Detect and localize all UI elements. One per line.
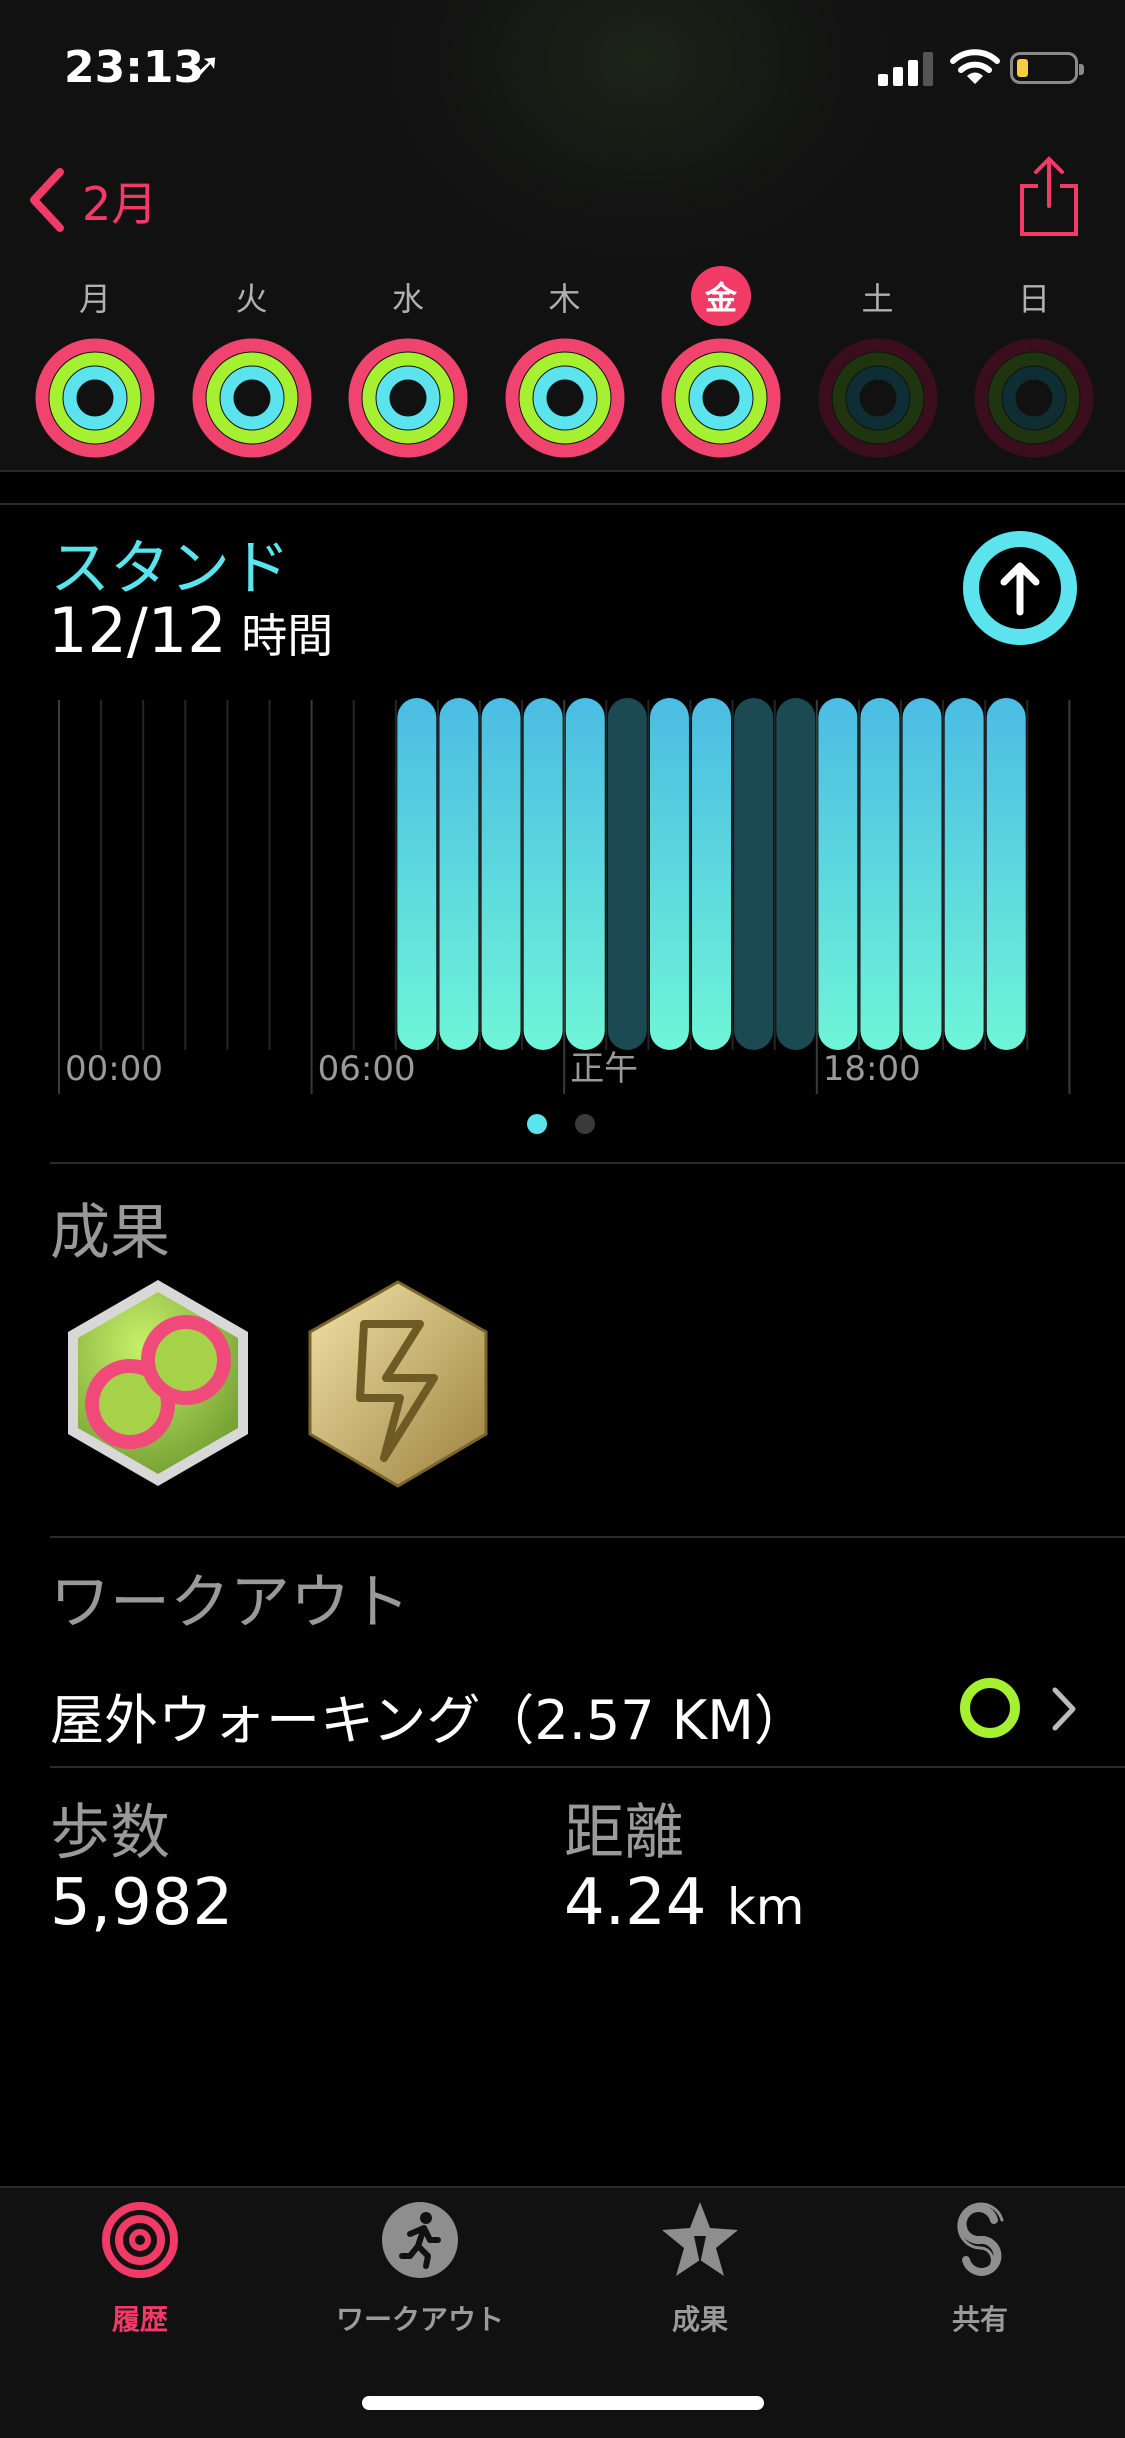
hour-bar — [944, 698, 984, 1050]
hour-bar — [902, 698, 942, 1050]
distance-value: 4.24 km — [564, 1866, 805, 1940]
hour-bar — [986, 698, 1026, 1050]
hour-bar — [439, 698, 479, 1050]
day-label[interactable]: 火 — [174, 274, 330, 320]
distance-number: 4.24 — [564, 1866, 707, 1940]
status-time: 23:13 — [64, 42, 205, 93]
tab-label: ワークアウト — [335, 2303, 504, 2336]
hour-bar — [523, 698, 563, 1050]
home-indicator[interactable] — [362, 2396, 764, 2410]
activity-ring-icon[interactable] — [659, 336, 783, 460]
workout-ring-icon — [960, 1678, 1020, 1738]
stand-hourly-chart[interactable]: 00:00 06:00 正午 18:00 — [0, 690, 1125, 1110]
sharing-icon — [957, 2202, 1004, 2276]
distance-label: 距離 — [564, 1798, 684, 1868]
wifi-icon — [950, 49, 1000, 84]
divider — [50, 1162, 1125, 1164]
tab-label: 履歴 — [111, 2303, 168, 2336]
achievements-title: 成果 — [50, 1198, 170, 1268]
tab-label: 共有 — [951, 2303, 1008, 2336]
infinity-achievement-badge[interactable] — [58, 1274, 258, 1494]
day-label[interactable]: 土 — [800, 274, 956, 320]
workouts-title: ワークアウト — [50, 1568, 410, 1638]
stand-value: 12/12 時間 — [48, 594, 333, 667]
distance-unit: km — [726, 1878, 805, 1936]
stand-count: 12/12 — [48, 594, 227, 667]
chevron-right-icon[interactable] — [1050, 1686, 1078, 1732]
divider — [50, 1766, 1125, 1768]
x-tick-label: 18:00 — [823, 1049, 921, 1089]
tab-history[interactable]: 履歴 — [0, 2200, 280, 2338]
divider — [0, 503, 1125, 505]
activity-ring-icon[interactable] — [972, 336, 1096, 460]
hour-bar — [565, 698, 605, 1050]
activity-ring-icon[interactable] — [816, 336, 940, 460]
day-label[interactable]: 金 — [691, 266, 751, 326]
hour-bar — [734, 698, 774, 1050]
activity-ring-icon[interactable] — [503, 336, 627, 460]
day-label[interactable]: 月 — [17, 274, 173, 320]
activity-ring-icon[interactable] — [33, 336, 157, 460]
hour-bar — [692, 698, 732, 1050]
tab-achievements[interactable]: 成果 — [560, 2200, 840, 2338]
steps-label: 歩数 — [50, 1798, 170, 1868]
day-label[interactable]: 日 — [956, 274, 1112, 320]
x-tick-label: 00:00 — [65, 1049, 163, 1089]
battery-icon — [1010, 52, 1084, 84]
stand-unit: 時間 — [226, 609, 334, 663]
hour-bar — [776, 698, 816, 1050]
activity-ring-icon[interactable] — [346, 336, 470, 460]
history-rings-icon — [102, 2202, 178, 2278]
x-tick-label: 正午 — [570, 1049, 638, 1089]
page-dot-active — [527, 1114, 547, 1134]
hour-bar — [818, 698, 858, 1050]
day-label[interactable]: 水 — [330, 274, 486, 320]
hour-bar — [397, 698, 437, 1050]
lightning-achievement-badge[interactable] — [298, 1274, 498, 1494]
tab-label: 成果 — [671, 2303, 728, 2336]
hour-bar — [860, 698, 900, 1050]
back-button-month[interactable]: 2月 — [82, 168, 157, 234]
page-dot — [575, 1114, 595, 1134]
tab-workout[interactable]: ワークアウト — [280, 2200, 560, 2338]
day-label[interactable]: 木 — [487, 274, 643, 320]
divider — [50, 1536, 1125, 1538]
page-indicator[interactable] — [520, 1112, 610, 1136]
hour-bar — [607, 698, 647, 1050]
back-chevron-icon[interactable] — [26, 168, 66, 232]
steps-value: 5,982 — [50, 1866, 234, 1940]
tab-sharing[interactable]: 共有 — [840, 2200, 1120, 2338]
share-icon[interactable] — [1018, 154, 1080, 238]
award-star-icon — [662, 2202, 738, 2276]
location-arrow-icon: ➚ — [192, 46, 221, 86]
workout-row-label[interactable]: 屋外ウォーキング（2.57 KM） — [50, 1676, 808, 1755]
hour-bar — [481, 698, 521, 1050]
cellular-signal-icon — [878, 52, 933, 86]
running-figure-icon — [382, 2202, 458, 2278]
x-tick-label: 06:00 — [318, 1049, 416, 1089]
activity-ring-icon[interactable] — [190, 336, 314, 460]
hour-bar — [649, 698, 689, 1050]
stand-arrow-icon — [963, 531, 1077, 645]
